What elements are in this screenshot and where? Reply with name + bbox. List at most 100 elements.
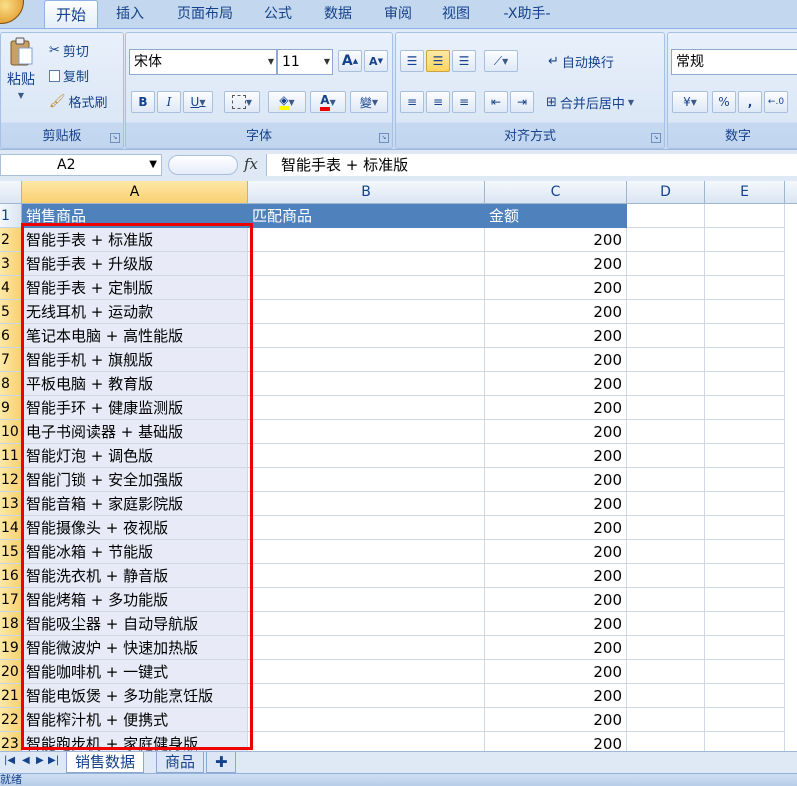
table-cell-b[interactable]	[248, 612, 485, 636]
table-cell-d[interactable]	[627, 300, 705, 324]
tab-page-layout[interactable]: 页面布局	[166, 2, 244, 27]
table-cell-e[interactable]	[705, 420, 785, 444]
table-cell-a[interactable]: 智能烤箱 + 多功能版	[22, 588, 248, 612]
tab-formulas[interactable]: 公式	[252, 2, 304, 27]
table-cell-e[interactable]	[705, 636, 785, 660]
insert-sheet-icon[interactable]: ✚	[206, 752, 236, 773]
table-cell-c[interactable]: 200	[485, 468, 627, 492]
row-header[interactable]: 7	[0, 348, 22, 372]
tab-home[interactable]: 开始	[44, 0, 98, 29]
table-cell-c[interactable]: 200	[485, 540, 627, 564]
row-header[interactable]: 22	[0, 708, 22, 732]
table-cell-c[interactable]: 200	[485, 348, 627, 372]
table-cell-b[interactable]	[248, 540, 485, 564]
tab-view[interactable]: 视图	[430, 2, 482, 27]
column-header-a[interactable]: A	[22, 181, 248, 204]
table-cell-c[interactable]: 200	[485, 732, 627, 751]
table-cell-b[interactable]	[248, 372, 485, 396]
table-cell-b[interactable]	[248, 732, 485, 751]
table-cell-d[interactable]	[627, 516, 705, 540]
italic-button[interactable]: I	[157, 91, 181, 113]
table-cell-d[interactable]	[627, 684, 705, 708]
table-cell-e[interactable]	[705, 660, 785, 684]
table-cell-b[interactable]	[248, 588, 485, 612]
table-cell-b[interactable]	[248, 516, 485, 540]
table-cell-e[interactable]	[705, 324, 785, 348]
align-bottom-button[interactable]: ☰	[452, 50, 476, 72]
row-header[interactable]: 20	[0, 660, 22, 684]
row-header[interactable]: 8	[0, 372, 22, 396]
row-header[interactable]: 9	[0, 396, 22, 420]
table-cell-c[interactable]: 200	[485, 300, 627, 324]
table-cell-c[interactable]: 200	[485, 228, 627, 252]
name-box[interactable]: A2 ▼	[0, 154, 162, 176]
copy-button[interactable]: 复制	[49, 66, 89, 85]
table-cell-a[interactable]: 智能手表 + 标准版	[22, 228, 248, 252]
currency-button[interactable]: ¥ ▼	[672, 91, 708, 113]
table-cell-c[interactable]: 200	[485, 588, 627, 612]
insert-function-button[interactable]: fx	[244, 155, 258, 173]
table-cell-d[interactable]	[627, 252, 705, 276]
table-cell-d[interactable]	[627, 420, 705, 444]
table-cell-a[interactable]: 智能吸尘器 + 自动导航版	[22, 612, 248, 636]
column-header-d[interactable]: D	[627, 181, 705, 204]
table-cell-b[interactable]	[248, 252, 485, 276]
row-header[interactable]: 18	[0, 612, 22, 636]
row-header[interactable]: 17	[0, 588, 22, 612]
table-cell-b[interactable]	[248, 468, 485, 492]
table-cell-e[interactable]	[705, 444, 785, 468]
table-cell-b[interactable]	[248, 420, 485, 444]
table-cell-a[interactable]: 笔记本电脑 + 高性能版	[22, 324, 248, 348]
table-cell-a[interactable]: 智能榨汁机 + 便携式	[22, 708, 248, 732]
table-cell[interactable]	[627, 204, 705, 228]
format-painter-button[interactable]: 🖌 格式刷	[49, 92, 108, 111]
shrink-font-button[interactable]: A ▼	[364, 50, 388, 72]
row-header[interactable]: 21	[0, 684, 22, 708]
increase-indent-button[interactable]: ⇥	[510, 91, 534, 113]
font-size-combo[interactable]: 11 ▼	[277, 49, 333, 75]
table-cell-e[interactable]	[705, 588, 785, 612]
table-cell-a[interactable]: 智能灯泡 + 调色版	[22, 444, 248, 468]
table-cell-b[interactable]	[248, 300, 485, 324]
table-cell-e[interactable]	[705, 516, 785, 540]
align-middle-button[interactable]: ☰	[426, 50, 450, 72]
table-cell-e[interactable]	[705, 684, 785, 708]
formula-bar-resize-handle[interactable]	[168, 155, 238, 175]
align-right-button[interactable]: ≡	[452, 91, 476, 113]
font-name-combo[interactable]: 宋体 ▼	[129, 49, 277, 75]
comma-button[interactable]: ,	[738, 91, 762, 113]
table-cell-c[interactable]: 200	[485, 420, 627, 444]
table-cell-b[interactable]	[248, 444, 485, 468]
table-cell-a[interactable]: 无线耳机 + 运动款	[22, 300, 248, 324]
table-cell-e[interactable]	[705, 540, 785, 564]
table-cell-a[interactable]: 智能手表 + 升级版	[22, 252, 248, 276]
row-header[interactable]: 19	[0, 636, 22, 660]
table-cell-d[interactable]	[627, 588, 705, 612]
table-cell-b[interactable]	[248, 228, 485, 252]
table-cell[interactable]	[705, 204, 785, 228]
bold-button[interactable]: B	[131, 91, 155, 113]
table-cell-a[interactable]: 智能手表 + 定制版	[22, 276, 248, 300]
table-cell-e[interactable]	[705, 372, 785, 396]
table-cell-d[interactable]	[627, 636, 705, 660]
table-cell-a[interactable]: 电子书阅读器 + 基础版	[22, 420, 248, 444]
sheet-tab-products[interactable]: 商品	[156, 752, 205, 773]
align-center-button[interactable]: ≡	[426, 91, 450, 113]
table-cell-d[interactable]	[627, 708, 705, 732]
table-cell-b[interactable]	[248, 708, 485, 732]
table-cell-d[interactable]	[627, 612, 705, 636]
row-header[interactable]: 3	[0, 252, 22, 276]
table-cell-e[interactable]	[705, 492, 785, 516]
wrap-text-button[interactable]: ↵ 自动换行	[548, 52, 614, 71]
table-cell-d[interactable]	[627, 492, 705, 516]
table-cell-b[interactable]	[248, 348, 485, 372]
row-header[interactable]: 1	[0, 204, 22, 228]
dialog-launcher-icon[interactable]: ↘	[110, 133, 120, 143]
table-cell-c[interactable]: 200	[485, 324, 627, 348]
row-header[interactable]: 16	[0, 564, 22, 588]
table-cell-b[interactable]	[248, 564, 485, 588]
table-cell-a[interactable]: 智能跑步机 + 家庭健身版	[22, 732, 248, 751]
table-cell-e[interactable]	[705, 348, 785, 372]
select-all-corner[interactable]	[0, 181, 22, 204]
table-cell-c[interactable]: 200	[485, 660, 627, 684]
